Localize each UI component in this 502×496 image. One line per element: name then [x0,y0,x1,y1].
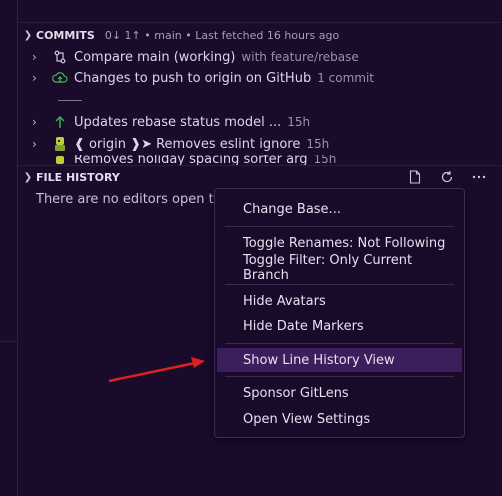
annotation-arrow-icon [108,357,205,383]
